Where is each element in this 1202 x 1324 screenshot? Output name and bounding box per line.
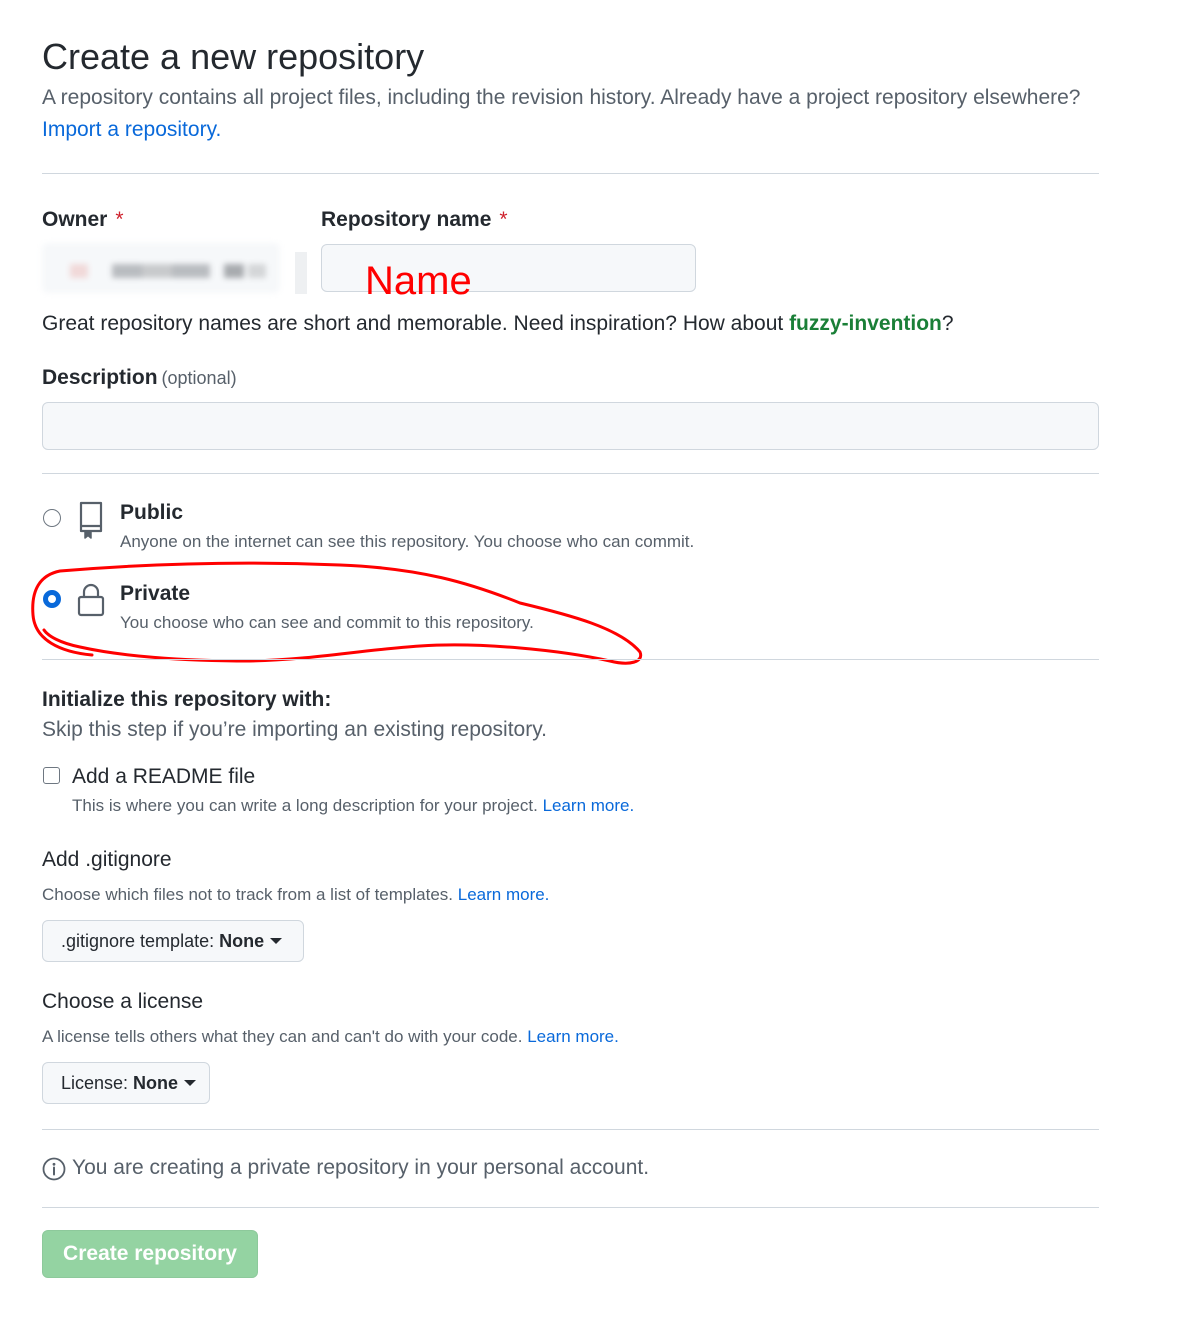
divider (42, 1129, 1099, 1130)
gitignore-select-prefix: .gitignore template: (61, 930, 215, 951)
license-learn-more-link[interactable]: Learn more. (527, 1027, 619, 1046)
readme-description-text: This is where you can write a long descr… (72, 796, 538, 815)
gitignore-select-value: None (219, 930, 265, 951)
license-select[interactable]: License: None (42, 1062, 210, 1104)
gitignore-template-select[interactable]: .gitignore template: None (42, 920, 304, 962)
gitignore-learn-more-link[interactable]: Learn more. (458, 885, 550, 904)
initialize-title: Initialize this repository with: (42, 688, 332, 711)
divider (42, 659, 1099, 660)
readme-description: This is where you can write a long descr… (72, 796, 634, 816)
initialize-description: Skip this step if you’re importing an ex… (42, 718, 548, 741)
license-description: A license tells others what they can and… (42, 1027, 619, 1047)
license-title: Choose a license (42, 990, 204, 1013)
readme-label[interactable]: Add a README file (72, 765, 255, 789)
gitignore-description-text: Choose which files not to track from a l… (42, 885, 454, 904)
caret-down-icon (270, 938, 283, 944)
caret-down-icon (184, 1080, 197, 1086)
readme-checkbox[interactable] (43, 767, 60, 784)
info-icon (42, 1157, 66, 1186)
red-annotation-circle (31, 561, 643, 665)
divider (42, 1207, 1099, 1208)
create-repository-button[interactable]: Create repository (42, 1230, 258, 1278)
private-notice: You are creating a private repository in… (72, 1156, 650, 1179)
gitignore-title: Add .gitignore (42, 848, 172, 871)
license-select-prefix: License: (61, 1072, 129, 1093)
license-select-value: None (133, 1072, 179, 1093)
readme-learn-more-link[interactable]: Learn more. (543, 796, 635, 815)
license-description-text: A license tells others what they can and… (42, 1027, 523, 1046)
gitignore-description: Choose which files not to track from a l… (42, 885, 549, 905)
